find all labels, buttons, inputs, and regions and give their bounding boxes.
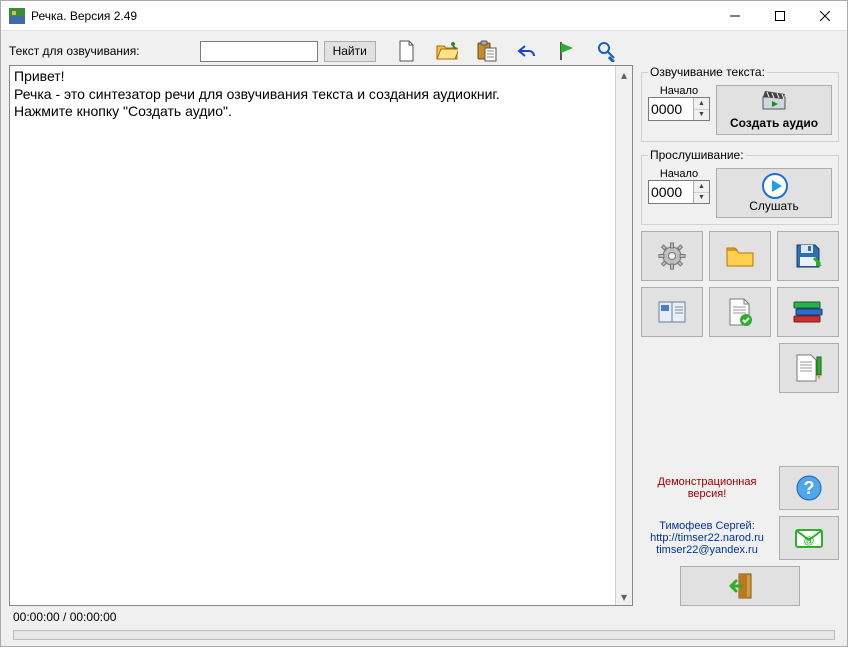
editor-scrollbar[interactable]: ▴ ▾	[615, 66, 632, 605]
maximize-button[interactable]	[757, 1, 802, 30]
spin-up-icon[interactable]: ▲	[694, 181, 709, 193]
voice-group: Озвучивание текста: Начало ▲▼	[641, 65, 839, 142]
text-editor[interactable]: Привет! Речка - это синтезатор речи для …	[10, 66, 615, 605]
voice-start-label: Начало	[660, 85, 698, 97]
play-icon	[762, 173, 786, 197]
toolbar: Текст для озвучивания: Найти	[9, 37, 839, 65]
email-link[interactable]: timser22@yandex.ru	[641, 544, 773, 556]
open-folder-icon[interactable]	[436, 40, 458, 62]
create-audio-label: Создать аудио	[730, 116, 818, 130]
exit-button[interactable]	[680, 566, 800, 606]
progress-bar	[13, 630, 835, 640]
window-title: Речка. Версия 2.49	[31, 9, 137, 23]
spin-down-icon[interactable]: ▼	[694, 110, 709, 121]
clapperboard-icon	[762, 90, 786, 114]
scroll-down-icon[interactable]: ▾	[616, 588, 632, 605]
floppy-icon	[794, 242, 822, 270]
create-audio-button[interactable]: Создать аудио	[716, 85, 832, 135]
clipboard-paste-icon[interactable]	[476, 40, 498, 62]
flag-icon[interactable]	[556, 40, 578, 62]
mail-button[interactable]: @	[779, 516, 839, 560]
help-button[interactable]: ?	[779, 466, 839, 510]
undo-icon[interactable]	[516, 40, 538, 62]
notes-button[interactable]	[779, 343, 839, 393]
books-stack-icon	[792, 298, 824, 326]
open-button[interactable]	[709, 231, 771, 281]
spin-down-icon[interactable]: ▼	[694, 193, 709, 204]
help-icon: ?	[795, 474, 823, 502]
listen-legend: Прослушивание:	[648, 148, 746, 162]
books-button[interactable]	[777, 287, 839, 337]
site-link[interactable]: http://timser22.narod.ru	[641, 532, 773, 544]
document-check-icon	[727, 297, 753, 327]
minimize-button[interactable]	[712, 1, 757, 30]
find-button[interactable]: Найти	[324, 41, 376, 62]
wrench-search-icon[interactable]	[596, 40, 618, 62]
listen-group: Прослушивание: Начало ▲▼	[641, 148, 839, 225]
voice-legend: Озвучивание текста:	[648, 65, 767, 79]
side-panel: Озвучивание текста: Начало ▲▼	[641, 65, 839, 606]
titlebar: Речка. Версия 2.49	[1, 1, 847, 31]
booklet-icon	[657, 299, 687, 325]
voice-start-input[interactable]	[649, 98, 693, 120]
doc-check-button[interactable]	[709, 287, 771, 337]
exit-door-icon	[725, 571, 755, 601]
listen-start-label: Начало	[660, 168, 698, 180]
listen-start-input[interactable]	[649, 181, 693, 203]
folder-icon	[725, 244, 755, 268]
svg-text:?: ?	[804, 478, 815, 498]
listen-start-spinner[interactable]: ▲▼	[648, 180, 710, 204]
new-file-icon[interactable]	[396, 40, 418, 62]
demo-text: Демонстрационная версия!	[641, 476, 773, 500]
settings-button[interactable]	[641, 231, 703, 281]
contact-text: Тимофеев Сергей: http://timser22.narod.r…	[641, 520, 773, 556]
close-button[interactable]	[802, 1, 847, 30]
time-status: 00:00:00 / 00:00:00	[13, 610, 116, 624]
app-icon	[9, 8, 25, 24]
svg-text:@: @	[804, 535, 815, 547]
editor-area: Привет! Речка - это синтезатор речи для …	[9, 65, 633, 606]
search-input[interactable]	[200, 41, 318, 62]
mail-icon: @	[794, 526, 824, 550]
voice-start-spinner[interactable]: ▲▼	[648, 97, 710, 121]
booklet-button[interactable]	[641, 287, 703, 337]
editor-label: Текст для озвучивания:	[9, 44, 140, 58]
spin-up-icon[interactable]: ▲	[694, 98, 709, 110]
app-window: Речка. Версия 2.49 Текст для озвучивания…	[0, 0, 848, 647]
document-pencil-icon	[794, 353, 824, 383]
save-button[interactable]	[777, 231, 839, 281]
status-bar: 00:00:00 / 00:00:00	[9, 606, 839, 628]
listen-label: Слушать	[749, 199, 798, 213]
gear-icon	[658, 242, 686, 270]
scroll-up-icon[interactable]: ▴	[616, 66, 632, 83]
listen-button[interactable]: Слушать	[716, 168, 832, 218]
